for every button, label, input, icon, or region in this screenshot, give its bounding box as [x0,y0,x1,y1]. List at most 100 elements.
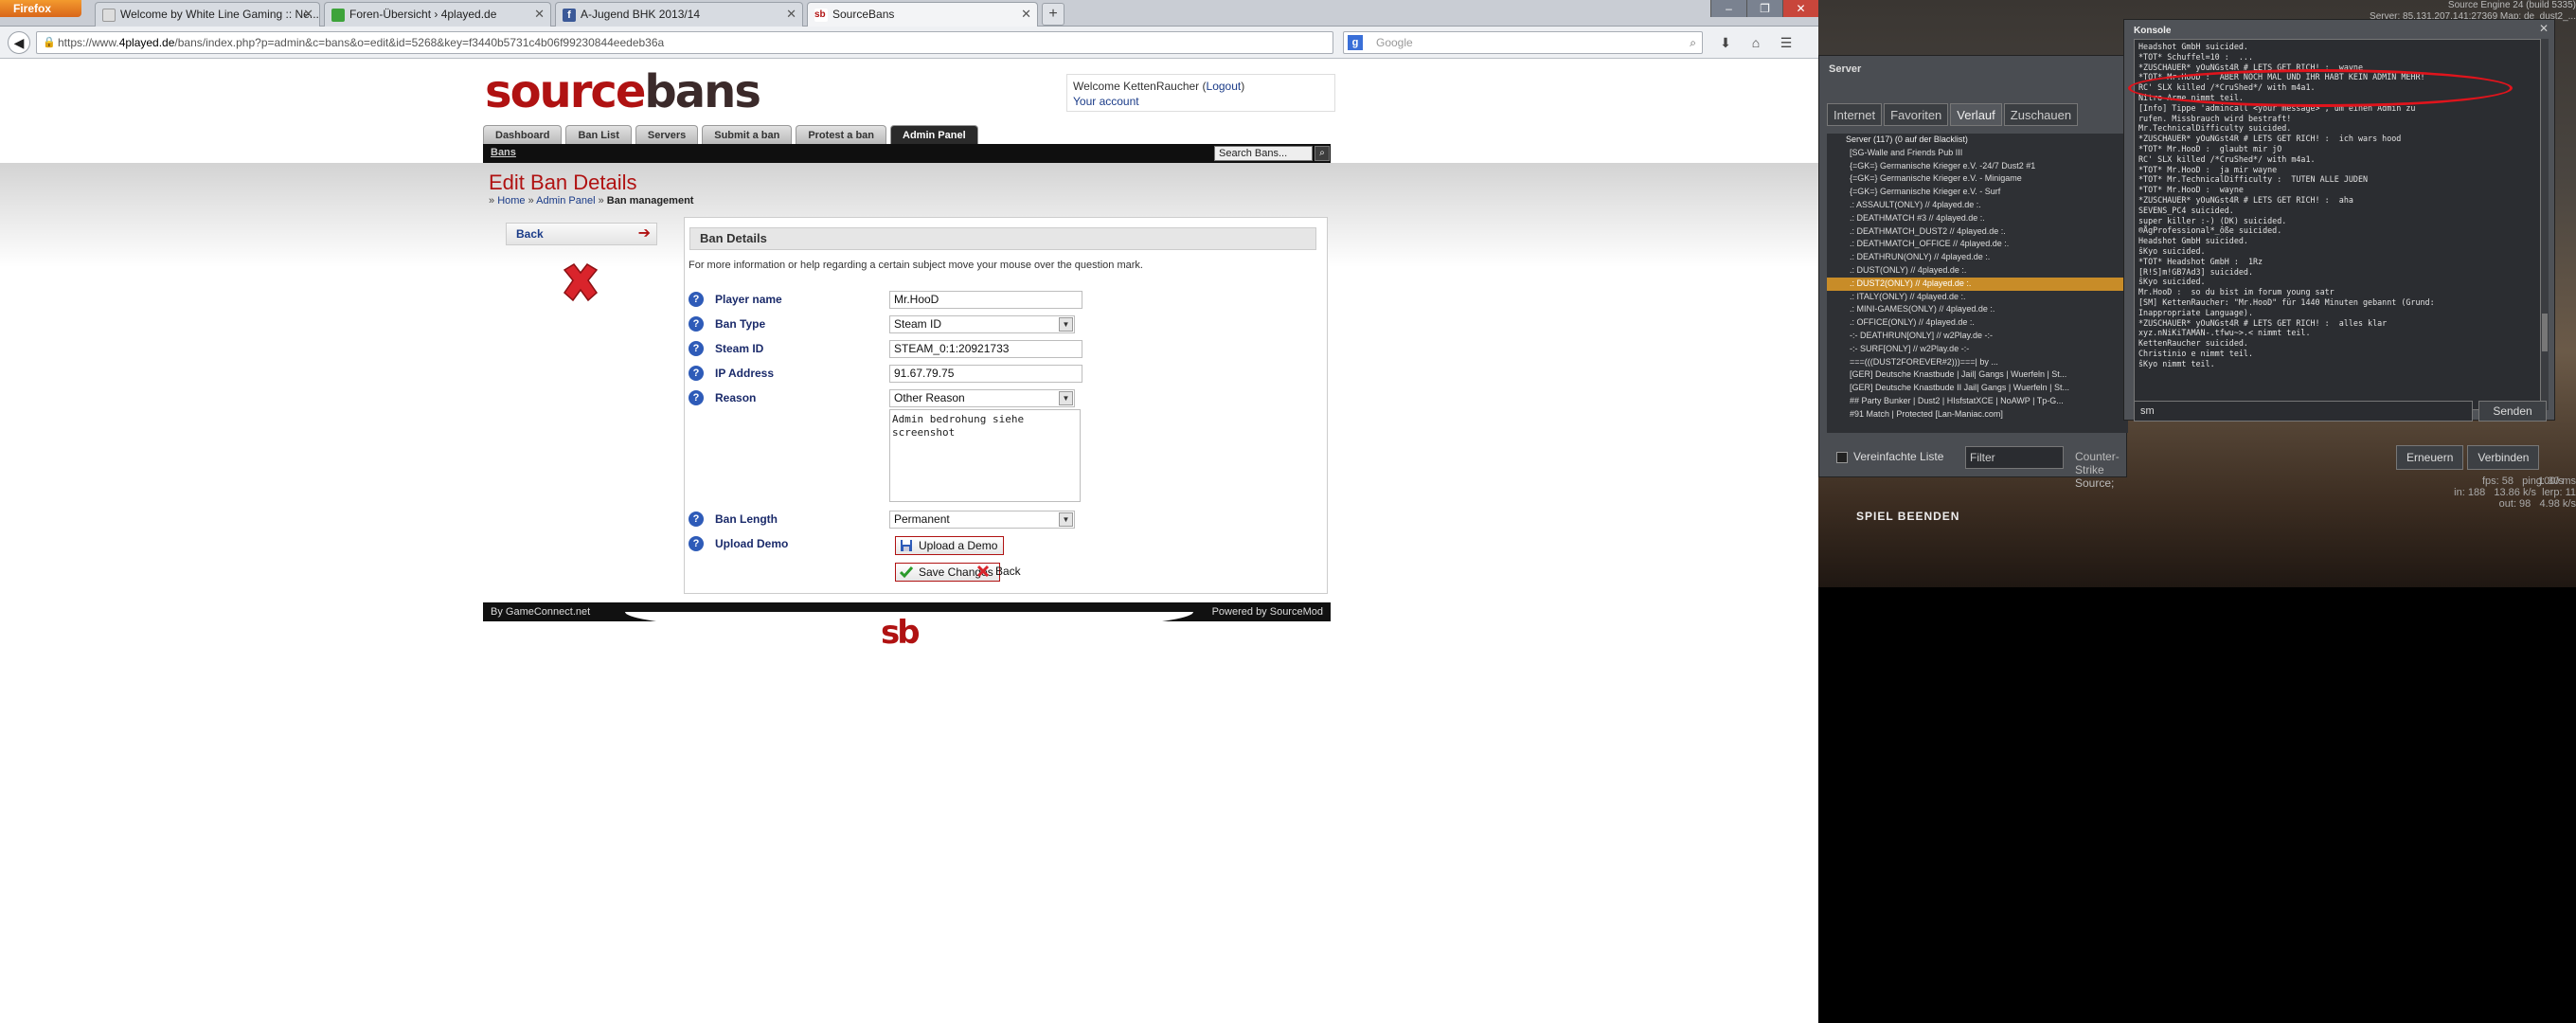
server-row[interactable]: #91 Match | Protected [Lan-Maniac.com] [1827,408,2128,422]
tab-internet[interactable]: Internet [1827,103,1883,126]
server-row[interactable]: ===(((DUST2FOREVER#2)))===| by ... [1827,356,2128,369]
server-row[interactable]: {=GK=} Germanische Krieger e.V. -24/7 Du… [1827,160,2128,173]
download-icon[interactable]: ⬇ [1712,31,1739,54]
tab-ban-list[interactable]: Ban List [565,125,632,144]
reason-textarea[interactable]: Admin bedrohung siehe screenshot [889,409,1081,502]
new-tab-button[interactable]: + [1042,3,1064,26]
console-input[interactable]: sm [2134,401,2473,422]
tab-dashboard[interactable]: Dashboard [483,125,563,144]
steam-id-field[interactable]: STEAM_0:1:20921733 [889,340,1082,358]
forum-icon [331,9,345,22]
ban-type-select[interactable]: Steam ID ▼ [889,315,1075,333]
filter-button[interactable]: Filter [1965,446,2064,469]
ban-length-select[interactable]: Permanent ▼ [889,511,1075,529]
ban-length-label: Ban Length [715,512,778,526]
browser-back-button[interactable]: ◀ [8,31,30,54]
close-tab-icon[interactable]: ✕ [1021,3,1031,26]
tab-servers[interactable]: Servers [635,125,699,144]
server-row[interactable]: {=GK=} Germanische Krieger e.V. - Miniga… [1827,172,2128,186]
server-row[interactable]: .: MINI-GAMES(ONLY) // 4played.de :. [1827,303,2128,316]
server-row[interactable]: {=GK=} Germanische Krieger e.V. - Surf [1827,186,2128,199]
restore-button[interactable]: ❐ [1746,0,1782,17]
search-icon[interactable]: ⌕ [1690,32,1696,53]
tab-history[interactable]: Verlauf [1950,103,2002,126]
server-row[interactable]: .: DEATHRUN(ONLY) // 4played.de :. [1827,251,2128,264]
server-list-header[interactable]: Server (117) (0 auf der Blacklist) [1827,134,2128,147]
help-icon[interactable]: ? [689,512,704,527]
server-row[interactable]: .: OFFICE(ONLY) // 4played.de :. [1827,316,2128,330]
reason-select[interactable]: Other Reason ▼ [889,389,1075,407]
footer-credit[interactable]: By GameConnect.net [491,602,590,621]
breadcrumb-admin-panel[interactable]: Admin Panel [536,195,595,206]
steam-id-label: Steam ID [715,342,764,355]
server-row[interactable]: .: ASSAULT(ONLY) // 4played.de :. [1827,199,2128,212]
back-button[interactable]: Back [973,563,1027,582]
server-row[interactable]: .: DUST(ONLY) // 4played.de :. [1827,264,2128,278]
search-bans-input[interactable]: Search Bans... [1214,146,1313,161]
server-row[interactable]: [GER] Deutsche Knastbude II Jail| Gangs … [1827,382,2128,395]
scroll-thumb[interactable] [2542,314,2548,351]
help-icon[interactable]: ? [689,341,704,356]
server-row[interactable]: .: DEATHMATCH_DUST2 // 4played.de :. [1827,225,2128,239]
menu-icon[interactable]: ☰ [1773,31,1799,54]
card-title: Ban Details [689,227,1316,250]
server-row[interactable]: .: DUST2(ONLY) // 4played.de :. [1827,277,2128,291]
help-icon[interactable]: ? [689,316,704,332]
server-row[interactable]: [SG-Walle and Friends Pub III [1827,147,2128,160]
quit-game-link[interactable]: SPIEL BEENDEN [1856,510,1959,523]
tab-admin-panel[interactable]: Admin Panel [890,125,978,144]
screen: { "browser": { "menu_button": "Firefox",… [0,0,2576,1023]
help-icon[interactable]: ? [689,536,704,551]
server-row[interactable]: ## Party Bunker | Dust2 | HIsfstatXCE | … [1827,395,2128,408]
console-line: KettenRaucher suicided. [2138,338,2248,349]
server-row[interactable]: [GER] Deutsche Knastbude | Jail| Gangs |… [1827,368,2128,382]
tab-sourcebans[interactable]: sb SourceBans ✕ [807,2,1038,27]
left-back-link[interactable]: Back ➔ [506,223,657,245]
server-list[interactable]: Server (117) (0 auf der Blacklist) [SG-W… [1827,134,2128,433]
tab-protest-ban[interactable]: Protest a ban [796,125,886,144]
minimize-button[interactable]: – [1710,0,1746,17]
console-send-button[interactable]: Senden [2478,401,2547,422]
home-icon[interactable]: ⌂ [1743,31,1769,54]
your-account-link[interactable]: Your account [1073,94,1329,109]
ip-address-field[interactable]: 91.67.79.75 [889,365,1082,383]
logout-link[interactable]: Logout [1207,80,1242,93]
console-scrollbar[interactable] [2541,39,2549,410]
web-search-input[interactable]: g Google ⌕ [1343,31,1703,54]
url-bar[interactable]: 🔒 https://www.4played.de/bans/index.php?p… [36,31,1333,54]
breadcrumb-home[interactable]: Home [497,195,525,206]
search-button[interactable]: ⌕ [1315,146,1330,161]
tab-forum-4played[interactable]: Foren-Übersicht › 4played.de ✕ [324,2,551,27]
close-tab-icon[interactable]: ✕ [303,3,313,26]
firefox-menu-button[interactable]: Firefox [0,0,81,17]
upload-demo-button[interactable]: Upload a Demo [895,536,1005,555]
tab-white-line-gaming[interactable]: Welcome by White Line Gaming :: Ne... ✕ [95,2,320,27]
page-icon [102,9,116,22]
server-row[interactable]: .: ITALY(ONLY) // 4played.de :. [1827,291,2128,304]
help-icon[interactable]: ? [689,366,704,381]
tab-a-jugend[interactable]: f A-Jugend BHK 2013/14 ✕ [555,2,803,27]
connect-button[interactable]: Verbinden [2467,445,2540,470]
simple-list-checkbox[interactable] [1836,452,1848,463]
help-icon[interactable]: ? [689,292,704,307]
close-tab-icon[interactable]: ✕ [534,3,545,26]
console-line: *TOT* Mr.HooD : ja mir wayne [2138,164,2278,174]
tab-spectate[interactable]: Zuschauen [2003,103,2079,126]
footer-powered-by[interactable]: Powered by SourceMod [1212,602,1323,621]
refresh-button[interactable]: Erneuern [2396,445,2464,470]
close-tab-icon[interactable]: ✕ [786,3,796,26]
player-name-field[interactable]: Mr.HooD [889,291,1082,309]
server-row[interactable]: .: DEATHMATCH_OFFICE // 4played.de :. [1827,238,2128,251]
sourcebans-logo[interactable]: sourcebans [485,68,761,116]
server-row[interactable]: -:- SURF[ONLY] // w2Play.de -:- [1827,343,2128,356]
close-window-button[interactable]: ✕ [1782,0,1818,17]
close-icon[interactable]: ✕ [2539,22,2549,35]
server-row[interactable]: -:- DEATHRUN[ONLY] // w2Play.de -:- [1827,330,2128,343]
console-line: *TOT* Mr.HooD : wayne [2138,185,2244,195]
server-row[interactable]: .: DEATHMATCH #3 // 4played.de :. [1827,212,2128,225]
help-icon[interactable]: ? [689,390,704,405]
console-line: *TOT* Headshot GmbH : 1Rz [2138,256,2263,266]
tab-favorites[interactable]: Favoriten [1884,103,1949,126]
tab-submit-ban[interactable]: Submit a ban [702,125,793,144]
bans-link[interactable]: Bans [491,147,516,158]
